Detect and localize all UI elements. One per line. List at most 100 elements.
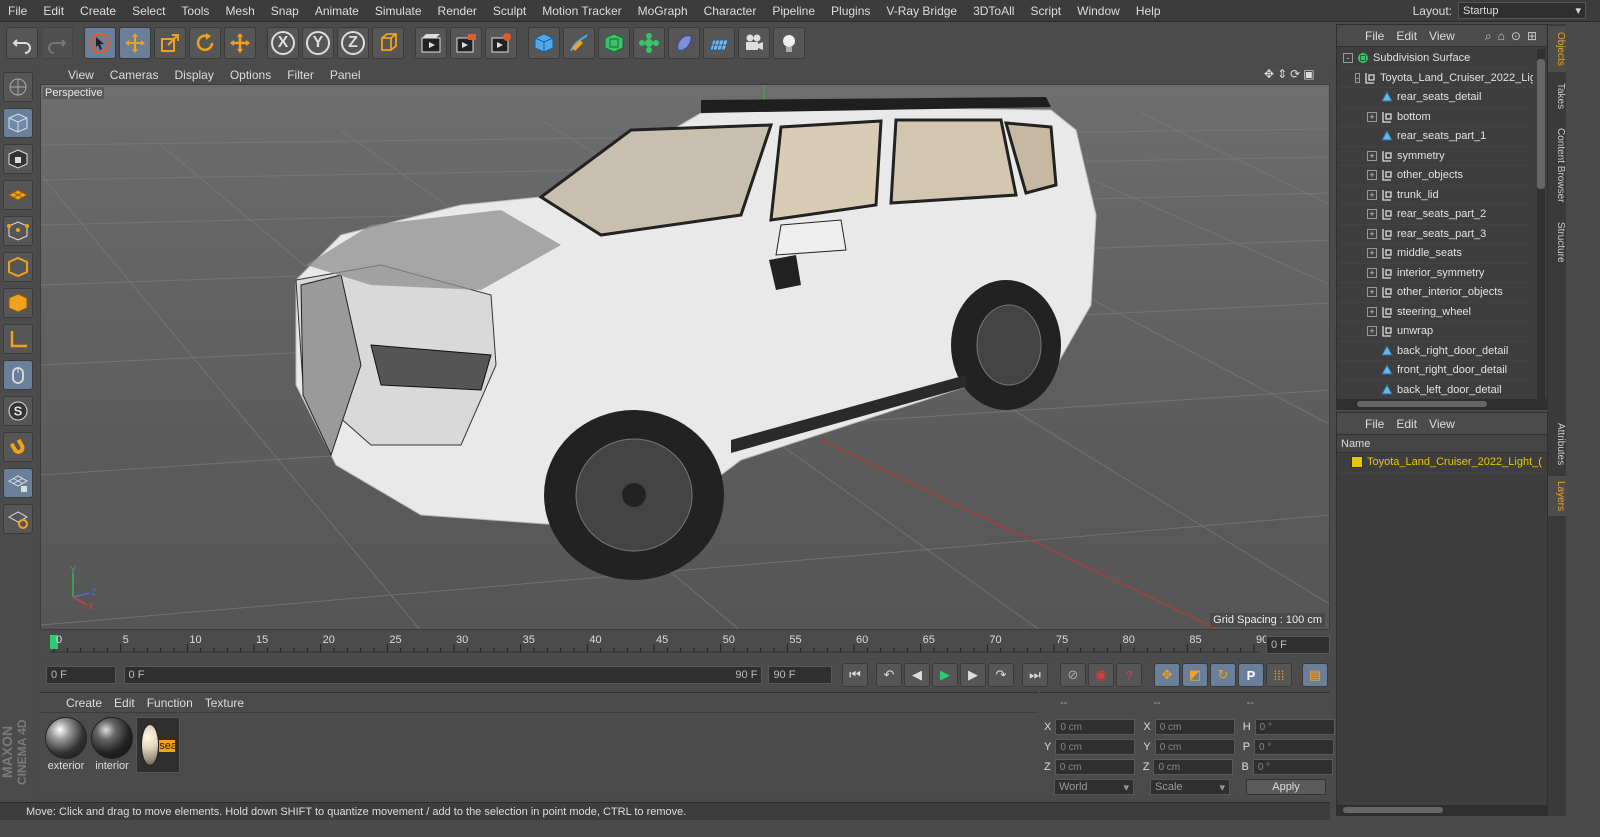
- layer-row[interactable]: Toyota_Land_Cruiser_2022_Light_(: [1337, 453, 1547, 473]
- frame-range-slider[interactable]: 0 F 90 F: [123, 666, 763, 684]
- key-parameter-button[interactable]: P: [1238, 663, 1264, 687]
- rotate-tool-button[interactable]: [189, 27, 221, 59]
- subdivision-surface-button[interactable]: [598, 27, 630, 59]
- coordinate-system-button[interactable]: [372, 27, 404, 59]
- timeline-ruler[interactable]: 0 5 10 15 20 25 30 35 40 45 50 55 60 65 70 75 80 85 90 0 F: [40, 632, 1330, 658]
- position-z-field[interactable]: 0 cm: [1054, 759, 1135, 775]
- tab-objects[interactable]: Objects: [1548, 26, 1566, 72]
- home-icon[interactable]: ⌂: [1498, 29, 1505, 44]
- scale-tool-button[interactable]: [154, 27, 186, 59]
- render-picture-viewer-button[interactable]: [450, 27, 482, 59]
- layer-hscrollbar[interactable]: [1337, 805, 1547, 815]
- expand-toggle-icon[interactable]: -: [1343, 53, 1353, 64]
- cloner-button[interactable]: [633, 27, 665, 59]
- menu-mograph[interactable]: MoGraph: [630, 0, 696, 22]
- viewport-menu-options[interactable]: Options: [222, 68, 279, 82]
- object-row[interactable]: + steering_wheel: [1337, 303, 1533, 322]
- object-row[interactable]: - Toyota_Land_Cruiser_2022_Lig: [1337, 69, 1533, 88]
- material-menu-function[interactable]: Function: [141, 696, 199, 710]
- menu-snap[interactable]: Snap: [263, 0, 307, 22]
- viewport-zoom-icon[interactable]: ⇕: [1277, 67, 1287, 81]
- go-to-start-button[interactable]: ⏮: [842, 663, 868, 687]
- rotation-p-field[interactable]: 0 °: [1254, 739, 1335, 755]
- redo-button[interactable]: [41, 27, 73, 59]
- menu-motion-tracker[interactable]: Motion Tracker: [534, 0, 629, 22]
- filter-icon[interactable]: ⊙: [1511, 29, 1521, 44]
- rotation-h-field[interactable]: 0 °: [1254, 719, 1335, 735]
- coordinate-space-dropdown[interactable]: World ▾: [1054, 779, 1134, 795]
- solo-button[interactable]: S: [3, 396, 33, 426]
- key-position-button[interactable]: ✥: [1154, 663, 1180, 687]
- expand-toggle-icon[interactable]: +: [1367, 326, 1377, 337]
- size-y-field[interactable]: 0 cm: [1154, 739, 1235, 755]
- coordinate-mode-dropdown[interactable]: Scale ▾: [1150, 779, 1230, 795]
- size-z-field[interactable]: 0 cm: [1153, 759, 1234, 775]
- object-row[interactable]: rear_seats_part_1: [1337, 127, 1533, 147]
- rotation-b-field[interactable]: 0 °: [1252, 759, 1333, 775]
- workplane-lock-button[interactable]: [3, 468, 33, 498]
- viewport-rotate-icon[interactable]: ⟳: [1290, 67, 1300, 81]
- tab-layers[interactable]: Layers: [1548, 476, 1566, 516]
- model-mode-button[interactable]: [3, 108, 33, 138]
- floor-button[interactable]: [703, 27, 735, 59]
- object-hscrollbar[interactable]: [1337, 399, 1547, 409]
- menu-animate[interactable]: Animate: [307, 0, 367, 22]
- timeline-window-button[interactable]: ▤: [1302, 663, 1328, 687]
- points-mode-button[interactable]: [3, 216, 33, 246]
- texture-mode-button[interactable]: [3, 144, 33, 174]
- menu-3dtoall[interactable]: 3DToAll: [965, 0, 1022, 22]
- tab-attributes[interactable]: Attributes: [1548, 416, 1566, 472]
- object-row[interactable]: + other_objects: [1337, 166, 1533, 186]
- expand-toggle-icon[interactable]: +: [1367, 287, 1377, 298]
- expand-toggle-icon[interactable]: +: [1367, 248, 1377, 259]
- record-keys-button[interactable]: ⊘: [1060, 663, 1086, 687]
- menu-mesh[interactable]: Mesh: [217, 0, 262, 22]
- expand-toggle-icon[interactable]: +: [1367, 150, 1377, 161]
- layer-color-swatch[interactable]: [1351, 456, 1363, 469]
- axis-mode-button[interactable]: [3, 324, 33, 354]
- workplane-mode-button[interactable]: [3, 180, 33, 210]
- expand-toggle-icon[interactable]: +: [1367, 170, 1377, 181]
- key-rotation-button[interactable]: ↻: [1210, 663, 1236, 687]
- object-row[interactable]: front_right_door_detail: [1337, 361, 1533, 381]
- tab-structure[interactable]: Structure: [1548, 214, 1566, 270]
- object-row[interactable]: + unwrap: [1337, 322, 1533, 342]
- material-interior[interactable]: interior: [90, 717, 134, 773]
- viewport-maximize-icon[interactable]: ▣: [1303, 67, 1314, 81]
- select-tool-button[interactable]: [84, 27, 116, 59]
- menu-plugins[interactable]: Plugins: [823, 0, 878, 22]
- polygons-mode-button[interactable]: [3, 288, 33, 318]
- current-frame-field[interactable]: 0 F: [1266, 636, 1330, 654]
- material-menu-create[interactable]: Create: [60, 696, 108, 710]
- light-button[interactable]: [773, 27, 805, 59]
- object-row[interactable]: + middle_seats: [1337, 244, 1533, 264]
- scroll-thumb[interactable]: [1537, 59, 1545, 189]
- keyframe-selection-button[interactable]: ?: [1116, 663, 1142, 687]
- tab-takes[interactable]: Takes: [1548, 76, 1566, 116]
- undo-button[interactable]: [6, 27, 38, 59]
- position-x-field[interactable]: 0 cm: [1055, 719, 1136, 735]
- object-menu-file[interactable]: File: [1359, 29, 1390, 43]
- expand-toggle-icon[interactable]: +: [1367, 111, 1377, 122]
- key-scale-button[interactable]: ◩: [1182, 663, 1208, 687]
- object-row[interactable]: + symmetry: [1337, 147, 1533, 166]
- object-scrollbar[interactable]: [1537, 49, 1545, 399]
- workplane-rotate-button[interactable]: [3, 504, 33, 534]
- search-icon[interactable]: ⌕: [1485, 29, 1492, 44]
- object-menu-edit[interactable]: Edit: [1390, 29, 1423, 43]
- end-frame-field[interactable]: 90 F: [768, 666, 832, 684]
- play-button[interactable]: ▶: [932, 663, 958, 687]
- render-settings-button[interactable]: [485, 27, 517, 59]
- expand-toggle-icon[interactable]: +: [1367, 228, 1377, 239]
- hscroll-thumb[interactable]: [1343, 807, 1443, 813]
- go-to-end-button[interactable]: ⏭: [1022, 663, 1048, 687]
- hscroll-thumb[interactable]: [1357, 401, 1487, 407]
- menu-tools[interactable]: Tools: [173, 0, 217, 22]
- x-axis-lock-button[interactable]: X: [267, 27, 299, 59]
- new-view-icon[interactable]: ⊞: [1527, 29, 1537, 44]
- object-row[interactable]: + bottom: [1337, 108, 1533, 127]
- menu-character[interactable]: Character: [696, 0, 765, 22]
- menu-simulate[interactable]: Simulate: [367, 0, 430, 22]
- next-key-button[interactable]: ↷: [988, 663, 1014, 687]
- tab-content-browser[interactable]: Content Browser: [1548, 120, 1566, 210]
